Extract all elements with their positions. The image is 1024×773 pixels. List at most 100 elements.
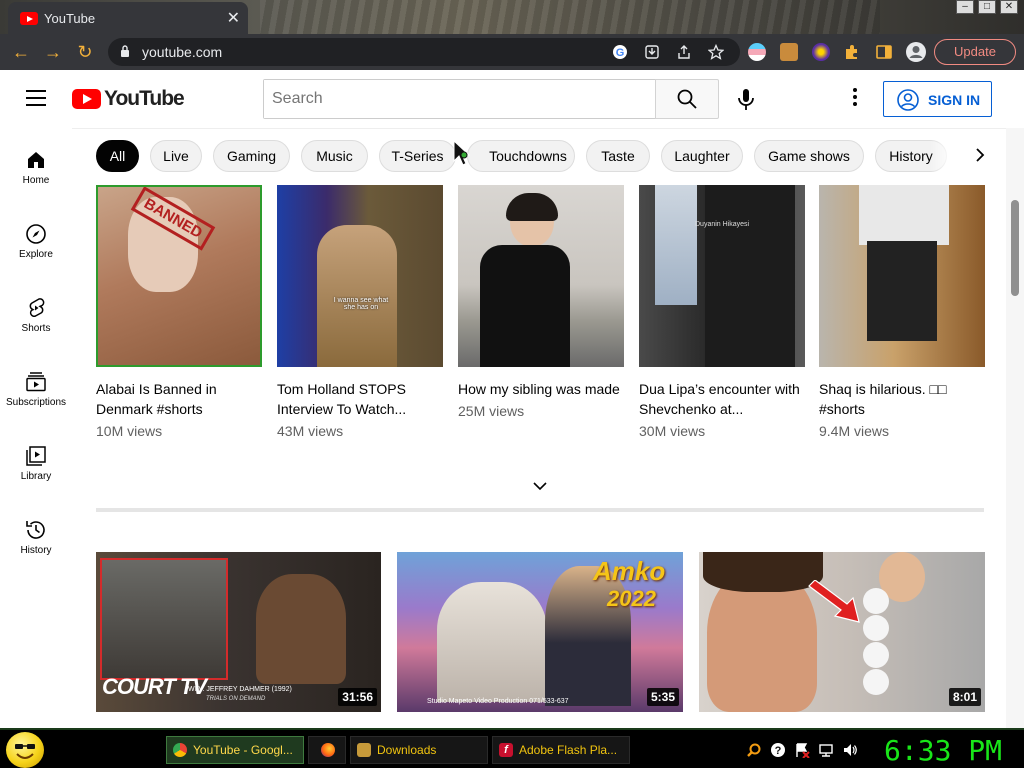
chip-touchdowns[interactable]: Touchdowns [467, 140, 575, 172]
sidebar-item-history[interactable]: History [0, 518, 72, 592]
video-thumbnail[interactable]: Amko 2022 Studio Mapeto Video Production… [397, 552, 683, 712]
short-title[interactable]: Alabai Is Banned in Denmark #shorts [96, 379, 262, 419]
search-button[interactable] [655, 79, 719, 119]
microphone-icon[interactable] [733, 88, 759, 112]
sidebar-item-subscriptions[interactable]: Subscriptions [0, 370, 72, 444]
search-tray-icon[interactable] [746, 742, 762, 758]
red-arrow-icon [808, 580, 860, 623]
short-card[interactable]: I wanna see what she has on Tom Holland … [277, 185, 443, 439]
browser-toolbar: ← → ↻ youtube.com G Update [0, 34, 1024, 70]
tab-title: YouTube [44, 11, 96, 26]
caption-overlay: I wanna see what she has on [333, 297, 389, 311]
extension-galaxy-icon[interactable] [812, 43, 830, 61]
chip-fade [930, 140, 964, 172]
sign-in-button[interactable]: SIGN IN [883, 81, 992, 117]
youtube-favicon-icon [20, 12, 38, 25]
sidebar-item-library[interactable]: Library [0, 444, 72, 518]
maximize-icon[interactable]: □ [978, 0, 996, 14]
reload-icon[interactable]: ↻ [74, 42, 96, 62]
person-shape [317, 225, 397, 367]
short-title[interactable]: Dua Lipa’s encounter with Shevchenko at.… [639, 379, 805, 419]
short-views: 9.4M views [819, 423, 890, 439]
extensions-puzzle-icon[interactable] [843, 43, 861, 61]
volume-tray-icon[interactable] [842, 742, 858, 758]
chip-laughter[interactable]: Laughter [661, 140, 743, 172]
smiley-start-icon[interactable] [6, 732, 44, 768]
chip-music[interactable]: Music [301, 140, 368, 172]
install-icon[interactable] [644, 44, 660, 60]
short-card[interactable]: Duyanin Hikayesi Dua Lipa’s encounter wi… [639, 185, 805, 439]
taskbar-item-chrome[interactable]: YouTube - Googl... [166, 736, 304, 764]
video-caption-sub: TRIALS ON DEMAND [206, 696, 266, 702]
address-bar[interactable]: youtube.com G [108, 38, 740, 66]
chip-game-shows[interactable]: Game shows [754, 140, 864, 172]
browser-tab[interactable]: YouTube ✕ [8, 2, 248, 34]
network-tray-icon[interactable] [818, 742, 834, 758]
browser-tab-strip: YouTube ✕ – □ ✕ [0, 0, 1024, 34]
person-shape [256, 574, 346, 684]
video-thumbnail[interactable]: COURT TV WI V. JEFFREY DAHMER (1992) TRI… [96, 552, 381, 712]
bookmark-star-icon[interactable] [708, 44, 724, 60]
extension-doge-icon[interactable] [780, 43, 798, 61]
youtube-play-icon [72, 89, 101, 109]
sidebar-item-home[interactable]: Home [0, 148, 72, 222]
short-thumbnail[interactable] [458, 185, 624, 367]
short-card[interactable]: How my sibling was made 25M views [458, 185, 624, 419]
history-icon [26, 521, 45, 539]
short-thumbnail[interactable] [819, 185, 985, 367]
title-overlay: Amko [593, 556, 666, 586]
tab-close-icon[interactable]: ✕ [227, 8, 240, 28]
sidebar-item-shorts[interactable]: Shorts [0, 296, 72, 370]
person-shape [655, 185, 697, 305]
short-card[interactable]: BANNED Alabai Is Banned in Denmark #shor… [96, 185, 262, 439]
chevron-down-icon[interactable] [530, 478, 550, 494]
video-duration: 31:56 [338, 688, 377, 706]
taskbar-item-flash[interactable]: f Adobe Flash Pla... [492, 736, 630, 764]
svg-text:?: ? [775, 745, 782, 757]
video-thumbnail[interactable]: 8:01 [699, 552, 985, 712]
chip-taste[interactable]: Taste [586, 140, 650, 172]
google-icon[interactable]: G [612, 44, 628, 60]
short-title[interactable]: How my sibling was made [458, 379, 624, 399]
short-thumbnail[interactable]: BANNED [96, 185, 262, 367]
sidebar-item-label: Home [22, 175, 50, 186]
update-button[interactable]: Update [934, 39, 1016, 65]
minimize-icon[interactable]: – [956, 0, 974, 14]
short-thumbnail[interactable]: Duyanin Hikayesi [639, 185, 805, 367]
flash-icon: f [499, 743, 513, 757]
chip-t-series[interactable]: T-Series [379, 140, 456, 172]
hamburger-menu-icon[interactable] [26, 90, 46, 106]
action-center-flag-icon[interactable] [794, 742, 810, 758]
compass-icon [26, 224, 46, 244]
extension-flag-icon[interactable] [748, 43, 766, 61]
close-window-icon[interactable]: ✕ [1000, 0, 1018, 14]
profile-avatar-icon[interactable] [905, 41, 927, 63]
sidebar-item-explore[interactable]: Explore [0, 222, 72, 296]
forward-arrow-icon[interactable]: → [42, 42, 64, 62]
share-icon[interactable] [676, 44, 692, 60]
chip-all[interactable]: All [96, 140, 139, 172]
suit-shape [705, 185, 795, 367]
taskbar-item-downloads[interactable]: Downloads [350, 736, 488, 764]
chip-live[interactable]: Live [150, 140, 202, 172]
taskbar: YouTube - Googl... Downloads f Adobe Fla… [0, 728, 1024, 768]
side-panel-icon[interactable] [875, 43, 893, 61]
sidebar: Home Explore Shorts Subscriptions Librar… [0, 128, 72, 728]
taskbar-item-firefox[interactable] [308, 736, 346, 764]
search-input[interactable] [264, 80, 655, 118]
short-title[interactable]: Tom Holland STOPS Interview To Watch... [277, 379, 443, 419]
chip-gaming[interactable]: Gaming [213, 140, 290, 172]
shorts-icon [29, 298, 45, 318]
more-options-icon[interactable] [852, 88, 858, 108]
chevron-right-icon[interactable] [968, 143, 992, 167]
help-tray-icon[interactable]: ? [770, 742, 786, 758]
scrollbar-thumb[interactable] [1011, 200, 1019, 296]
window-controls: – □ ✕ [956, 0, 1018, 16]
inset-frame [100, 558, 228, 680]
short-title[interactable]: Shaq is hilarious. □□ #shorts [819, 379, 985, 419]
short-card[interactable]: Shaq is hilarious. □□ #shorts 9.4M views [819, 185, 985, 439]
page-scrollbar[interactable] [1006, 128, 1024, 728]
short-thumbnail[interactable]: I wanna see what she has on [277, 185, 443, 367]
sidebar-item-label: Subscriptions [5, 397, 67, 408]
back-arrow-icon[interactable]: ← [10, 42, 32, 62]
